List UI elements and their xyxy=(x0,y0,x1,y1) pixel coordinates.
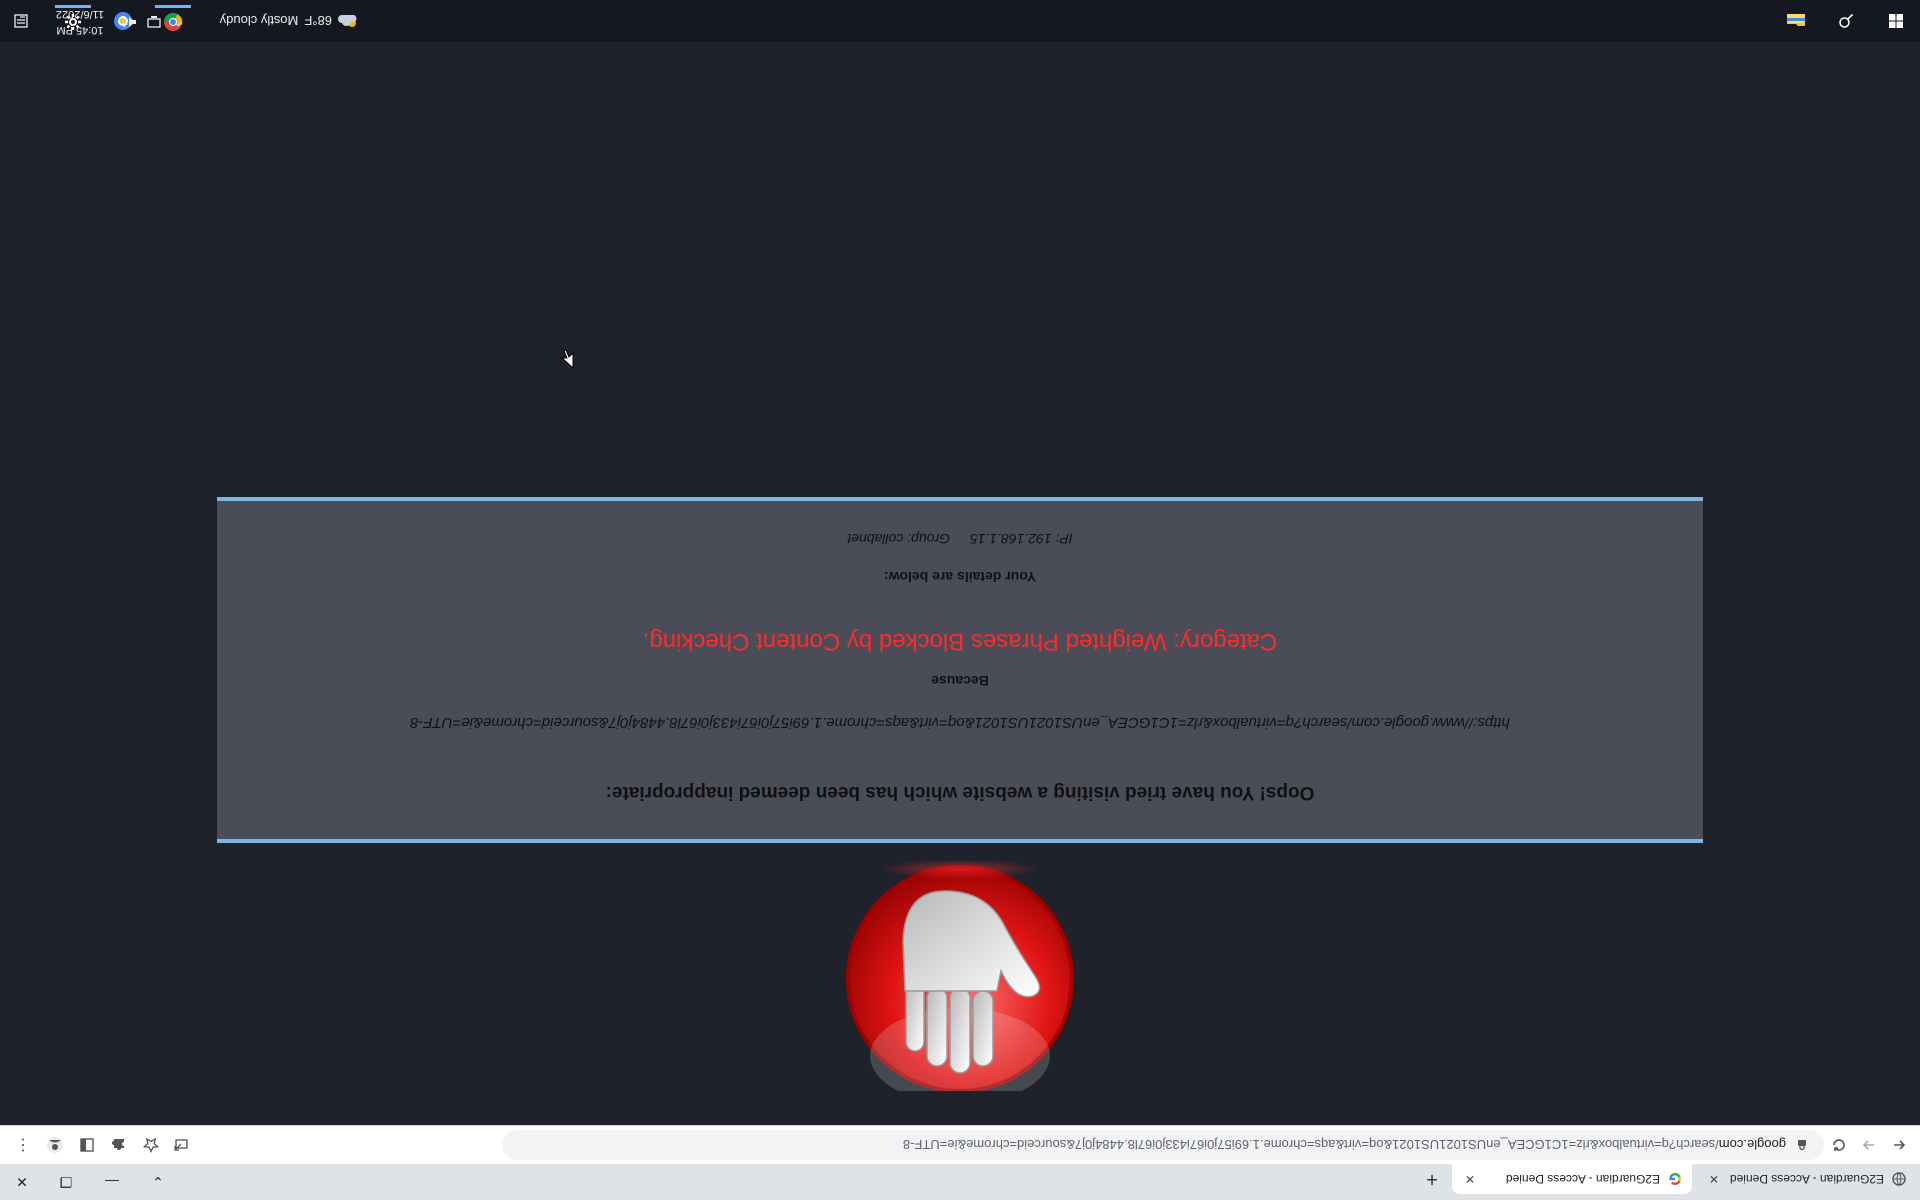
bookmark-star-icon[interactable] xyxy=(138,1132,164,1158)
tab-title: E2Guardian - Access Denied xyxy=(1729,1172,1884,1186)
forward-arrow-icon[interactable] xyxy=(1856,1132,1882,1158)
menu-kebab-icon[interactable]: ⋮ xyxy=(10,1132,36,1158)
browser-toolbar: google.com/search?q=virtualbox&rlz=1C1GC… xyxy=(0,1125,1920,1164)
search-icon[interactable] xyxy=(1828,5,1864,37)
globe-icon xyxy=(1892,1172,1906,1186)
screen: E2Guardian - Access Denied ✕ E2Guardian … xyxy=(0,0,1920,1200)
tab-strip: E2Guardian - Access Denied ✕ E2Guardian … xyxy=(0,1164,1920,1200)
taskbar-clock[interactable]: 10:45 PM 11/6/2022 xyxy=(40,6,120,38)
tab-search-icon[interactable]: ⌄ xyxy=(136,1164,180,1200)
profile-avatar-icon[interactable] xyxy=(42,1132,68,1158)
tab-e2guardian-1[interactable]: E2Guardian - Access Denied ✕ xyxy=(1696,1164,1916,1194)
network-icon[interactable] xyxy=(146,13,162,30)
share-icon[interactable] xyxy=(168,1132,194,1158)
lock-icon[interactable] xyxy=(1794,1137,1810,1153)
tray-overflow-chevron-icon[interactable]: ⌃ xyxy=(172,13,184,30)
close-tab-icon[interactable]: ✕ xyxy=(1462,1171,1478,1187)
notification-icon[interactable] xyxy=(8,8,34,34)
close-tab-icon[interactable]: ✕ xyxy=(1706,1171,1722,1187)
url-host: google.com xyxy=(1718,1137,1786,1153)
system-tray: ⌃ xyxy=(122,0,184,42)
cloudy-weather-icon xyxy=(338,13,360,29)
blocked-url-link[interactable]: https://www.google.com/search?q=virtualb… xyxy=(217,714,1703,731)
tab-e2guardian-2[interactable]: E2Guardian - Access Denied ✕ xyxy=(1452,1164,1692,1194)
url-path: /search?q=virtualbox&rlz=1C1GCEA_enUS102… xyxy=(902,1137,1719,1153)
mouse-cursor-icon xyxy=(560,349,574,369)
weather-widget[interactable]: 68°F Mostly cloudy xyxy=(220,0,360,42)
blocked-page: Oops! You have tried visiting a website … xyxy=(0,35,1920,1125)
oops-message: Oops! You have tried visiting a website … xyxy=(605,782,1315,803)
block-category: Category: Weighted Phrases Blocked by Co… xyxy=(642,628,1278,655)
weather-desc: Mostly cloudy xyxy=(219,13,299,29)
extensions-puzzle-icon[interactable] xyxy=(106,1132,132,1158)
ip-text: IP: 192.168.1.15 xyxy=(969,531,1073,547)
details-label: Your details are below: xyxy=(883,569,1037,585)
file-explorer-icon[interactable] xyxy=(1778,5,1814,37)
clock-time: 10:45 PM xyxy=(56,24,104,36)
minimize-button[interactable]: — xyxy=(90,1164,134,1200)
new-tab-button[interactable]: + xyxy=(1419,1166,1445,1192)
start-windows-icon[interactable] xyxy=(1878,5,1914,37)
because-label: Because xyxy=(931,673,989,689)
clock-date: 11/6/2022 xyxy=(55,8,105,20)
reload-icon[interactable] xyxy=(1826,1132,1852,1158)
restore-button[interactable]: ❐ xyxy=(44,1164,88,1200)
volume-icon[interactable] xyxy=(122,13,138,30)
access-denied-panel: Oops! You have tried visiting a website … xyxy=(217,497,1703,843)
google-icon xyxy=(1668,1172,1682,1186)
side-panel-icon[interactable] xyxy=(74,1132,100,1158)
tab-title: E2Guardian - Access Denied xyxy=(1505,1172,1660,1186)
back-arrow-icon[interactable] xyxy=(1886,1132,1912,1158)
stop-hand-icon xyxy=(846,861,1074,1091)
weather-temp: 68°F xyxy=(304,13,332,29)
close-window-button[interactable]: ✕ xyxy=(0,1164,44,1200)
details-row: IP: 192.168.1.15 Group: collabnet xyxy=(217,531,1703,547)
group-text: Group: collabnet xyxy=(847,531,951,547)
taskbar: 68°F Mostly cloudy ⌃ 10:45 PM 11/6/2022 xyxy=(0,0,1920,42)
address-bar[interactable]: google.com/search?q=virtualbox&rlz=1C1GC… xyxy=(502,1130,1824,1160)
